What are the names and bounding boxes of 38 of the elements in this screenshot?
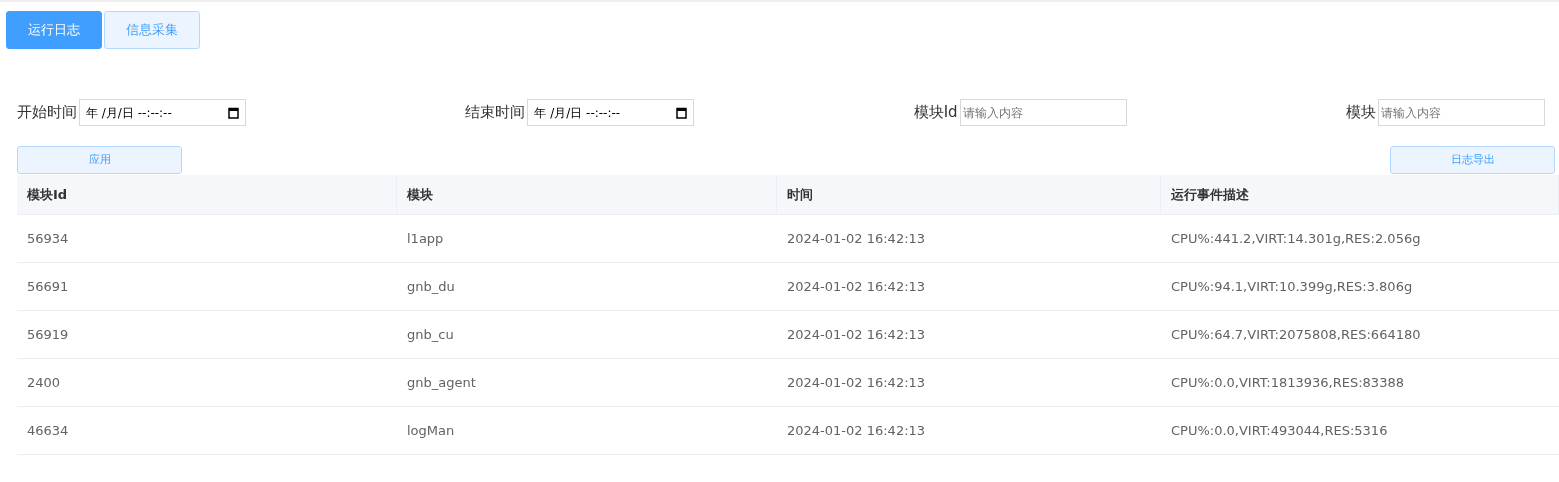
- filter-label: 模块Id: [913, 102, 958, 124]
- filter-label: 模块: [1346, 102, 1376, 124]
- tab[interactable]: 运行日志: [6, 11, 102, 49]
- column-header: 模块Id: [27, 185, 68, 204]
- column-header: 时间: [787, 185, 813, 204]
- column-header: 运行事件描述: [1171, 185, 1249, 204]
- column-header: 模块: [407, 185, 433, 204]
- filter-label: 开始时间: [17, 102, 77, 124]
- export-button[interactable]: 日志导出: [1390, 146, 1555, 174]
- table-cell-text: 46634: [27, 421, 69, 440]
- datetime-field[interactable]: 年 /月/日 --:--:--: [527, 99, 695, 126]
- apply-button[interactable]: 应用: [17, 146, 182, 174]
- table-cell-text: 2024-01-02 16:42:13: [787, 421, 926, 440]
- table-cell-text: l1app: [407, 229, 444, 248]
- table-cell-text: 2400: [27, 373, 61, 392]
- table-cell-text: 56691: [27, 277, 69, 296]
- table-cell-text: logMan: [407, 421, 455, 440]
- table-cell-text: CPU%:94.1,VIRT:10.399g,RES:3.806g: [1171, 277, 1413, 296]
- table-cell-text: 2024-01-02 16:42:13: [787, 373, 926, 392]
- table-cell-text: 56934: [27, 229, 69, 248]
- filter-label: 结束时间: [465, 102, 526, 124]
- table-cell-text: 2024-01-02 16:42:13: [787, 325, 926, 344]
- input-field[interactable]: 请输入内容: [959, 99, 1127, 126]
- table-cell-text: gnb_agent: [407, 373, 476, 392]
- table-cell-text: 2024-01-02 16:42:13: [787, 277, 926, 296]
- datetime-field[interactable]: 年 /月/日 --:--:--: [79, 99, 246, 126]
- table-cell-text: CPU%:64.7,VIRT:2075808,RES:664180: [1171, 325, 1421, 344]
- table-cell-text: gnb_du: [407, 277, 455, 296]
- table-cell-text: 56919: [27, 325, 69, 344]
- tab[interactable]: 信息采集: [104, 11, 200, 49]
- table-cell-text: CPU%:441.2,VIRT:14.301g,RES:2.056g: [1171, 229, 1421, 248]
- calendar-icon[interactable]: [676, 106, 688, 119]
- table-cell-text: CPU%:0.0,VIRT:1813936,RES:83388: [1171, 373, 1404, 392]
- calendar-icon[interactable]: [228, 106, 239, 119]
- table-cell-text: gnb_cu: [407, 325, 454, 344]
- table-cell-text: 2024-01-02 16:42:13: [787, 229, 926, 248]
- input-field[interactable]: 请输入内容: [1378, 99, 1545, 126]
- table-cell-text: CPU%:0.0,VIRT:493044,RES:5316: [1171, 421, 1388, 440]
